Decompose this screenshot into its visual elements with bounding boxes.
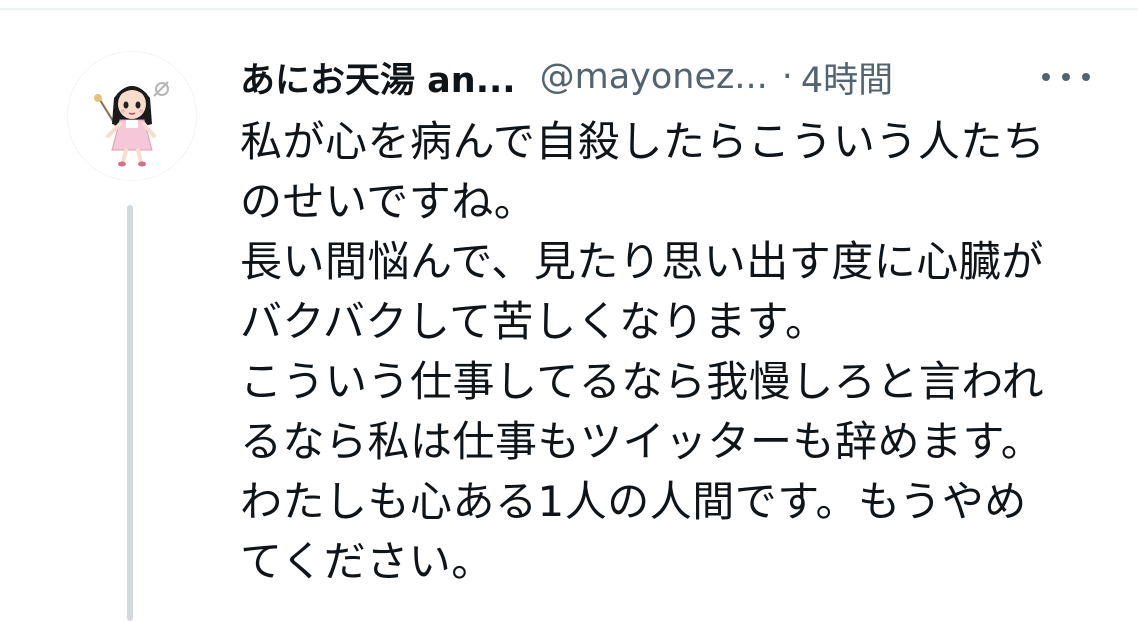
thread-connector-line	[127, 205, 133, 621]
tweet-text-line: バクバクして苦しくなります。	[240, 297, 828, 346]
tweet-text-line: るなら私は仕事もツイッターも辞めます。	[240, 417, 1044, 466]
tweet-text-line: のせいですね。	[240, 177, 537, 226]
tweet-text-line: 私が心を病んで自殺したらこういう人たち	[240, 117, 1046, 166]
tweet-timestamp[interactable]: 4時間	[801, 52, 893, 103]
tweet-header: あにお天湯 an... @mayonez... · 4時間	[240, 52, 893, 102]
more-dot	[1042, 73, 1050, 81]
display-name[interactable]: あにお天湯 an...	[240, 52, 516, 103]
tweet-text-line: こういう仕事してるなら我慢しろと言われ	[240, 357, 1045, 406]
user-handle[interactable]: @mayonez...	[540, 57, 768, 97]
top-divider	[0, 8, 1138, 10]
tweet-text: 私が心を病んで自殺したらこういう人たち のせいですね。 長い間悩んで、見たり思い…	[240, 112, 1120, 592]
avatar-illustration	[94, 81, 169, 167]
tweet-text-line: 長い間悩んで、見たり思い出す度に心臓が	[240, 237, 1044, 286]
separator-dot: ·	[781, 57, 793, 97]
more-dot	[1082, 73, 1090, 81]
tweet-text-line: てください。	[240, 537, 494, 586]
tweet-text-line: わたしも心ある1人の人間です。もうやめ	[240, 477, 1027, 526]
avatar[interactable]	[68, 52, 196, 180]
more-dot	[1062, 73, 1070, 81]
more-horizontal-icon[interactable]	[1042, 60, 1090, 94]
